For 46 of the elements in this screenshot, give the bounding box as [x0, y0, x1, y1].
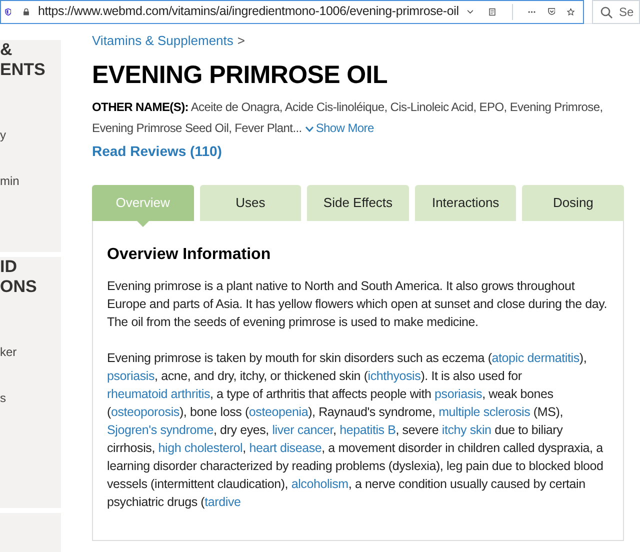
sidebar-heading: ONS — [0, 276, 37, 297]
body-paragraph: Evening primrose is a plant native to North and South America. It also grows throughout Europe and parts of Asia. It has yellow flowers which open at sunset and close during the day. The oil from the seeds of evening primrose is used to make medicine. — [107, 278, 608, 331]
sidebar-heading: ENTS — [0, 60, 46, 80]
search-icon — [600, 6, 613, 18]
condition-link[interactable]: Sjogren's syndrome — [107, 423, 214, 437]
chevron-down-icon[interactable] — [466, 8, 474, 16]
tab[interactable]: Uses — [200, 185, 302, 221]
show-more-link[interactable]: Show More — [304, 118, 374, 139]
sidebar-link[interactable]: s — [0, 390, 17, 405]
condition-link[interactable]: psoriasis — [434, 387, 482, 401]
breadcrumb-link[interactable]: Vitamins & Supplements — [92, 31, 234, 50]
section-heading: Overview Information — [107, 245, 272, 265]
condition-link[interactable]: hepatitis B — [340, 423, 396, 437]
sidebar-link[interactable]: ker — [0, 344, 17, 359]
condition-link[interactable]: tardive — [204, 495, 241, 509]
condition-link[interactable]: osteopenia — [248, 405, 308, 419]
condition-link[interactable]: liver cancer — [272, 423, 334, 437]
chevron-down-icon — [304, 126, 314, 132]
more-icon[interactable] — [528, 10, 536, 14]
condition-link[interactable]: itchy skin — [442, 423, 492, 437]
condition-link[interactable]: atopic dermatitis — [492, 351, 580, 365]
breadcrumb-separator: > — [237, 32, 245, 50]
url-field[interactable]: https://www.webmd.com/vitamins/ai/ingredientmono-1006/evening-primrose-oil — [0, 0, 584, 24]
page-title: EVENING PRIMROSE OIL — [92, 60, 388, 90]
condition-link[interactable]: heart disease — [249, 441, 322, 455]
sidebar-link[interactable]: y — [0, 128, 20, 142]
sidebar-heading: ID — [0, 256, 17, 277]
sidebar-link[interactable]: min — [0, 174, 20, 188]
condition-link[interactable]: osteoporosis — [110, 405, 180, 419]
condition-link[interactable]: rheumatoid arthritis — [107, 387, 210, 401]
url-text: https://www.webmd.com/vitamins/ai/ingredientmono-1006/evening-primrose-oil — [38, 3, 459, 20]
body-paragraph: Evening primrose is taken by mouth for skin disorders such as eczema (atopic dermatitis), psoriasis, acne, and dry, itchy, or thickened skin (ichthyosis). It is also used for rheumatoid arthritis, a type of arthritis that affects people with psoriasis, weak bones (osteoporosis), bone loss (osteopenia), Raynaud's syndrome, multiple sclerosis (MS), Sjogren's syndrome, dry eyes, liver cancer, hepatitis B, severe itchy skin due to biliary cirrhosis, high cholesterol, heart disease, a movement disorder in children called dyspraxia, a learning disorder characterized by reading problems (dyslexia), leg pain due to blocked blood vessels (intermittent claudication), alcoholism, a nerve condition usually caused by certain psychiatric drugs (tardive — [107, 350, 604, 511]
read-reviews-link[interactable]: Read Reviews (110) — [92, 141, 624, 162]
tab[interactable]: Dosing — [522, 185, 624, 221]
condition-link[interactable]: high cholesterol — [158, 441, 243, 455]
search-field[interactable]: Se — [592, 0, 640, 24]
condition-link[interactable]: psoriasis — [107, 369, 155, 383]
condition-link[interactable]: alcoholism — [291, 477, 348, 491]
other-names-text: OTHER NAME(S): Aceite de Onagra, Acide Cis-linoléique, Cis-Linoleic Acid, EPO, Evening Primrose, Evening Primrose Seed Oil, Fever Plant... Show More — [92, 96, 624, 139]
tab[interactable]: Interactions — [414, 185, 516, 221]
pocket-icon[interactable] — [548, 5, 556, 18]
tab[interactable]: Side Effects — [307, 185, 409, 221]
condition-link[interactable]: multiple sclerosis — [438, 405, 530, 419]
tab-pointer — [136, 221, 149, 227]
sidebar-heading: & — [0, 40, 12, 60]
condition-link[interactable]: ichthyosis — [368, 369, 421, 383]
